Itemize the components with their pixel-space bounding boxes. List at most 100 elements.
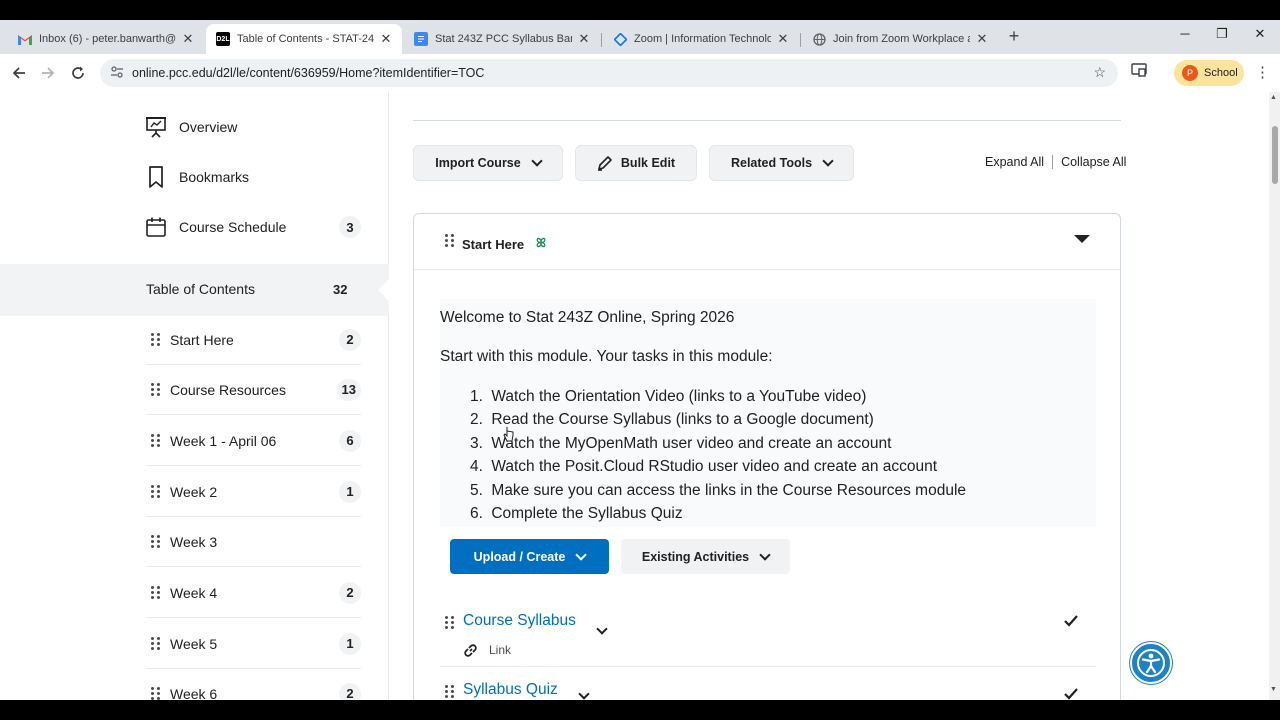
bookmark-star-icon[interactable]: ☆: [1093, 64, 1106, 81]
close-window-icon[interactable]: ✕: [1250, 26, 1270, 42]
task-text: Watch the Orientation Video (links to a …: [491, 388, 867, 405]
chevron-down-icon: [531, 155, 543, 167]
sidebar-module-start-here[interactable]: Start Here 2: [146, 315, 361, 365]
module-label: Week 6: [170, 685, 218, 701]
collapse-caret-icon[interactable]: [1074, 235, 1090, 243]
back-icon[interactable]: [8, 62, 30, 84]
upload-create-button[interactable]: Upload / Create: [450, 539, 609, 574]
expand-all-link[interactable]: Expand All: [985, 155, 1044, 169]
tab-zoom-join[interactable]: Join from Zoom Workplace app ✕: [802, 24, 998, 54]
module-label: Week 5: [170, 635, 218, 652]
drag-handle-icon[interactable]: [148, 332, 162, 348]
count-badge: 2: [339, 581, 361, 604]
tab-syllabus-doc[interactable]: Stat 243Z PCC Syllabus Banwart ✕: [404, 24, 600, 54]
drag-handle-icon[interactable]: [148, 433, 162, 449]
item-title-link[interactable]: Syllabus Quiz: [463, 681, 558, 699]
list-item: 2. Read the Course Syllabus (links to a …: [470, 411, 874, 429]
drag-handle-icon[interactable]: [442, 614, 456, 630]
scrollbar-thumb[interactable]: [1272, 126, 1278, 184]
divider: [413, 120, 1121, 121]
accessibility-check-icon[interactable]: ꕤ: [536, 236, 546, 251]
restore-icon[interactable]: ❐: [1212, 26, 1232, 42]
content-item-syllabus-quiz: Syllabus Quiz: [440, 681, 1096, 700]
close-tab-icon[interactable]: ✕: [576, 31, 592, 47]
new-tab-icon[interactable]: +: [1006, 26, 1022, 47]
sidebar-module-week-3[interactable]: Week 3: [146, 517, 361, 567]
sidebar-module-course-resources[interactable]: Course Resources 13: [146, 365, 361, 415]
sidebar-item-label: Overview: [179, 119, 238, 135]
item-menu-chevron-icon[interactable]: [578, 685, 590, 700]
accessibility-widget-icon[interactable]: [1130, 642, 1172, 684]
task-text: Complete the Syllabus Quiz: [491, 504, 683, 522]
cast-icon[interactable]: [1130, 63, 1148, 79]
checkmark-icon: [1064, 687, 1078, 700]
sidebar-item-table-of-contents[interactable]: Table of Contents 32: [0, 264, 390, 316]
drag-handle-icon[interactable]: [148, 585, 162, 601]
item-title-link[interactable]: Course Syllabus: [463, 612, 576, 630]
count-badge: 13: [336, 378, 361, 401]
task-text: Watch the Posit.Cloud RStudio user video…: [491, 458, 938, 476]
sidebar-item-overview[interactable]: Overview: [146, 116, 361, 138]
collapse-all-link[interactable]: Collapse All: [1061, 155, 1126, 169]
drag-handle-icon[interactable]: [148, 686, 162, 700]
list-item: 5. Make sure you can access the links in…: [470, 481, 967, 499]
list-item: 6. Complete the Syllabus Quiz: [470, 504, 683, 522]
sidebar-module-week-4[interactable]: Week 4 2: [146, 568, 361, 618]
drag-handle-icon[interactable]: [148, 534, 162, 550]
forward-icon[interactable]: [37, 62, 59, 84]
close-tab-icon[interactable]: ✕: [378, 31, 394, 47]
sidebar-module-week-5[interactable]: Week 5 1: [146, 619, 361, 669]
close-tab-icon[interactable]: ✕: [180, 31, 196, 47]
screen-bottom-bar: [0, 700, 1280, 720]
pencil-icon: [597, 155, 613, 171]
module-label: Week 1 - April 06: [170, 432, 277, 449]
list-item: 3. Watch the MyOpenMath user video and c…: [470, 434, 892, 452]
drag-handle-icon[interactable]: [148, 636, 162, 652]
import-course-button[interactable]: Import Course: [413, 145, 563, 181]
minimize-icon[interactable]: ─: [1175, 26, 1195, 41]
sidebar-module-week-2[interactable]: Week 2 1: [146, 467, 361, 517]
address-bar[interactable]: online.pcc.edu/d2l/le/content/636959/Hom…: [100, 59, 1118, 87]
existing-activities-button[interactable]: Existing Activities: [621, 539, 790, 574]
button-label: Upload / Create: [473, 549, 566, 564]
scroll-down-icon[interactable]: ▼: [1270, 686, 1277, 693]
drag-handle-icon[interactable]: [148, 484, 162, 500]
mouse-cursor-icon: [503, 426, 515, 445]
drag-handle-icon[interactable]: [442, 683, 456, 699]
list-item: 1. Watch the Orientation Video (links to…: [470, 388, 867, 405]
module-description: Welcome to Stat 243Z Online, Spring 2026…: [440, 299, 1096, 527]
site-info-icon[interactable]: [110, 65, 126, 81]
count-badge: 3: [339, 216, 361, 238]
close-tab-icon[interactable]: ✕: [775, 31, 791, 47]
welcome-text: Welcome to Stat 243Z Online, Spring 2026: [440, 309, 735, 326]
reload-icon[interactable]: [67, 62, 89, 84]
profile-chip[interactable]: P School: [1174, 60, 1244, 86]
kebab-menu-icon[interactable]: ⋮: [1255, 63, 1270, 81]
page-scrollbar[interactable]: ▲ ▼: [1269, 92, 1280, 700]
tab-gmail[interactable]: Inbox (6) - peter.banwarth@pcc ✕: [8, 24, 204, 54]
tab-table-of-contents[interactable]: D2L Table of Contents - STAT-243-2 ✕: [206, 24, 402, 54]
close-tab-icon[interactable]: ✕: [974, 31, 990, 47]
tab-title: Table of Contents - STAT-243-2: [237, 33, 374, 45]
bookmark-icon: [146, 166, 166, 188]
count-badge: 2: [339, 328, 361, 351]
sidebar-item-bookmarks[interactable]: Bookmarks: [146, 166, 361, 188]
sidebar-module-week-1[interactable]: Week 1 - April 06 6: [146, 416, 361, 466]
screen-top-bar: [0, 0, 1280, 20]
count-badge: 2: [339, 682, 361, 700]
drag-handle-icon[interactable]: [148, 382, 162, 398]
bulk-edit-button[interactable]: Bulk Edit: [575, 145, 697, 181]
sidebar-item-course-schedule[interactable]: Course Schedule 3: [146, 216, 361, 238]
scroll-up-icon[interactable]: ▲: [1270, 94, 1277, 101]
globe-icon: [812, 32, 826, 46]
module-header[interactable]: Start Here ꕤ: [414, 214, 1120, 270]
expand-collapse-links: Expand All Collapse All: [985, 155, 1126, 169]
sidebar-module-week-6[interactable]: Week 6 2: [146, 669, 361, 700]
profile-label: School: [1204, 67, 1238, 79]
tab-title: Stat 243Z PCC Syllabus Banwart: [435, 33, 572, 45]
tab-zoom-it[interactable]: Zoom | Information Technology ✕: [603, 24, 799, 54]
drag-handle-icon[interactable]: [442, 232, 456, 248]
task-text: Read the Course Syllabus (links to a Goo…: [491, 411, 874, 429]
item-menu-chevron-icon[interactable]: [596, 620, 608, 638]
related-tools-button[interactable]: Related Tools: [709, 145, 854, 181]
